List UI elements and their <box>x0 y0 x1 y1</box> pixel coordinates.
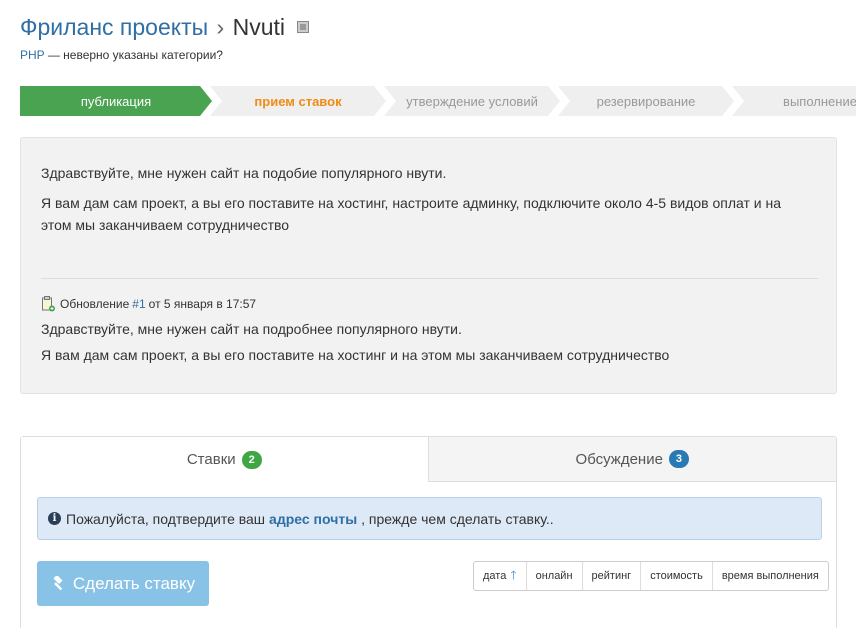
image-icon <box>297 21 310 33</box>
stage-terms-approval: утверждение условий <box>384 86 560 116</box>
breadcrumb-separator: › <box>216 14 225 40</box>
sort-date[interactable]: дата 🡑 <box>474 562 526 590</box>
info-icon: i <box>48 512 61 525</box>
make-bid-label: Сделать ставку <box>72 573 196 593</box>
discussion-count-badge: 3 <box>668 450 689 468</box>
sort-online[interactable]: онлайн <box>525 562 582 590</box>
description-line: Здравствуйте, мне нужен сайт на подобие … <box>41 165 447 181</box>
category-link[interactable]: Фриланс проекты <box>20 14 208 40</box>
stage-publication: публикация <box>20 86 212 116</box>
project-subtitle: PHP — неверно указаны категории? <box>20 48 223 62</box>
project-update: Обновление #1 от 5 января в 17:57 Здравс… <box>41 296 811 370</box>
divider <box>41 278 818 279</box>
stage-execution: выполнение <box>732 86 856 116</box>
sort-cost[interactable]: стоимость <box>640 562 712 590</box>
notice-text-tail: , прежде чем сделать ставку.. <box>361 510 554 527</box>
stage-reservation: резервирование <box>558 86 734 116</box>
update-header: Обновление #1 от 5 января в 17:57 <box>41 296 811 312</box>
update-date: от 5 января в 17:57 <box>148 297 257 311</box>
update-line: Здравствуйте, мне нужен сайт на подробне… <box>41 321 462 337</box>
description-text: Здравствуйте, мне нужен сайт на подобие … <box>41 162 811 244</box>
notice-text: Пожалуйста, подтвердите ваш <box>66 510 266 527</box>
update-line: Я вам дам сам проект, а вы его поставите… <box>41 347 670 363</box>
sort-arrow-up-icon: 🡑 <box>510 567 517 582</box>
wrong-category-text[interactable]: — неверно указаны категории? <box>48 48 223 62</box>
project-stages: публикация прием ставок утверждение усло… <box>20 86 856 116</box>
gavel-icon <box>53 575 63 590</box>
bids-count-badge: 2 <box>241 450 262 469</box>
tab-bids[interactable]: Ставки 2 <box>21 437 428 482</box>
update-number-link[interactable]: #1 <box>132 297 145 311</box>
bid-sort-bar: дата 🡑 онлайн рейтинг стоимость время вы… <box>473 561 829 591</box>
email-address-link[interactable]: адрес почты <box>269 511 357 527</box>
email-confirm-notice: i Пожалуйста, подтвердите ваш адрес почт… <box>37 497 822 540</box>
tab-bar: Ставки 2 Обсуждение 3 <box>21 437 836 482</box>
description-line: Я вам дам сам проект, а вы его поставите… <box>41 195 782 233</box>
stage-accepting-bids: прием ставок <box>210 86 386 116</box>
sort-rating[interactable]: рейтинг <box>581 562 641 590</box>
tab-bids-label: Ставки <box>186 451 236 468</box>
page-title: Фриланс проекты › Nvuti <box>20 14 310 41</box>
project-description: Здравствуйте, мне нужен сайт на подобие … <box>20 137 837 394</box>
bids-panel: Ставки 2 Обсуждение 3 i Пожалуйста, подт… <box>20 436 837 628</box>
make-bid-button[interactable]: Сделать ставку <box>37 561 209 606</box>
sort-time[interactable]: время выполнения <box>711 562 828 590</box>
tab-discussion[interactable]: Обсуждение 3 <box>427 437 836 482</box>
update-label: Обновление <box>60 297 130 311</box>
project-name: Nvuti <box>232 14 286 40</box>
update-note-icon <box>42 296 55 312</box>
category-tag-link[interactable]: PHP <box>20 48 44 62</box>
tab-discussion-label: Обсуждение <box>575 450 663 468</box>
